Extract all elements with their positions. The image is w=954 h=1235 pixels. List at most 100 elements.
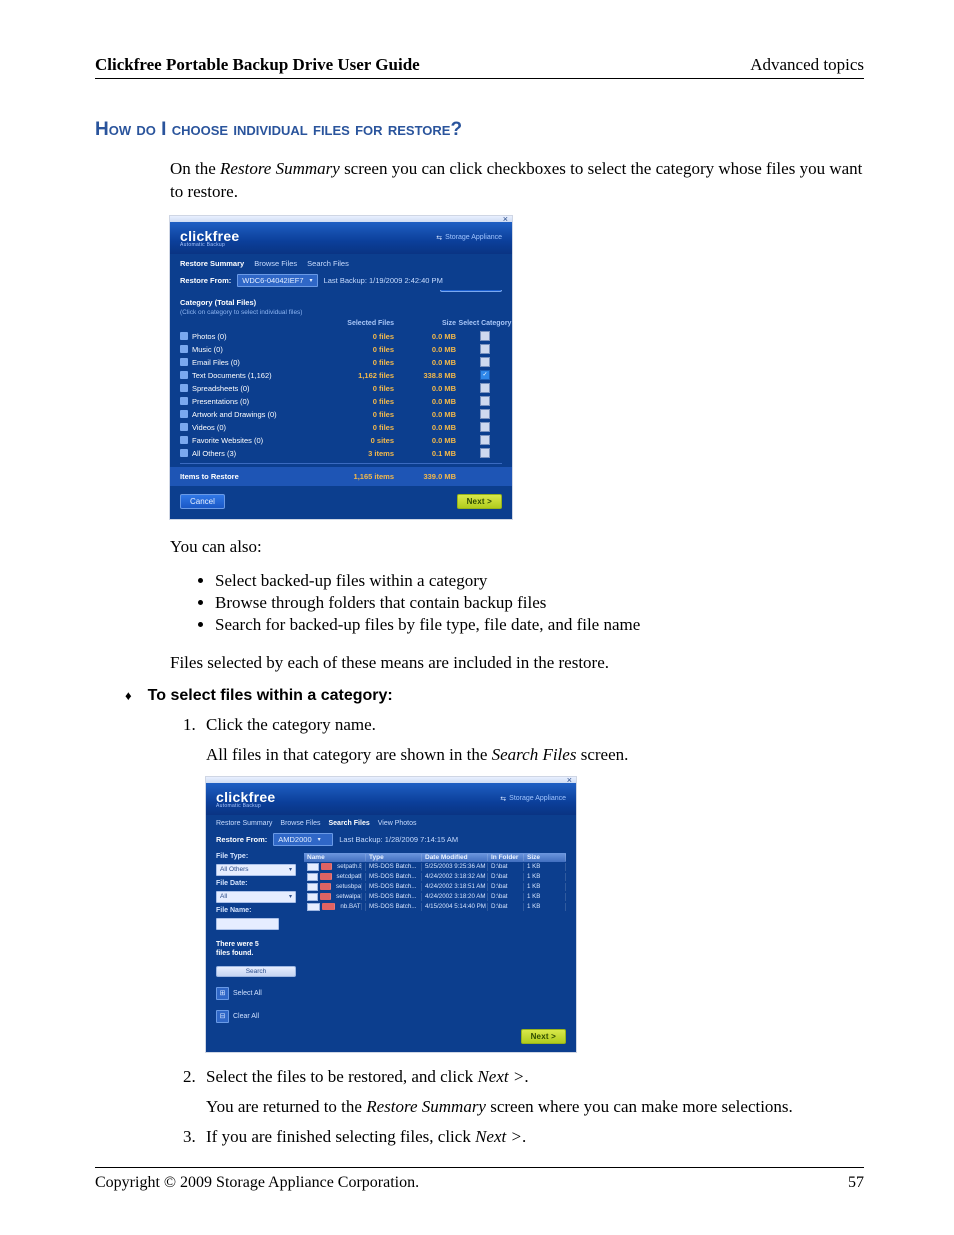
step-1: Click the category name. All files in th…	[200, 715, 864, 1052]
category-row[interactable]: Favorite Websites (0)0 sites0.0 MB	[170, 434, 512, 447]
file-type-dropdown[interactable]: All Others▾	[216, 864, 296, 876]
you-can-also: You can also:	[170, 536, 864, 559]
copyright: Copyright © 2009 Storage Appliance Corpo…	[95, 1174, 419, 1192]
category-checkbox[interactable]	[480, 331, 490, 341]
page-footer: Copyright © 2009 Storage Appliance Corpo…	[95, 1167, 864, 1192]
tab-search-files[interactable]: Search Files	[328, 820, 369, 827]
header-title: Clickfree Portable Backup Drive User Gui…	[95, 55, 420, 75]
category-checkbox[interactable]	[480, 344, 490, 354]
category-checkbox[interactable]	[480, 383, 490, 393]
restore-all-button[interactable]: Restore All	[440, 290, 502, 292]
search-button[interactable]: Search	[216, 966, 296, 977]
section-heading: How do I choose individual files for res…	[95, 119, 864, 141]
tab-restore-summary[interactable]: Restore Summary	[180, 259, 244, 268]
file-icon	[321, 863, 332, 870]
appliance-icon: ⇆	[500, 795, 506, 803]
category-checkbox[interactable]	[480, 448, 490, 458]
files-found: There were 5 files found.	[216, 940, 296, 958]
files-selected-line: Files selected by each of these means ar…	[170, 652, 864, 675]
category-row[interactable]: Photos (0)0 files0.0 MB	[170, 330, 512, 343]
restore-from-label: Restore From:	[180, 276, 231, 285]
restore-summary-screenshot: × clickfree Automatic Backup ⇆Storage Ap…	[170, 216, 512, 519]
bullet-list: Select backed-up files within a category…	[215, 571, 864, 635]
last-backup-label: Last Backup: 1/19/2009 2:42:40 PM	[324, 276, 443, 285]
category-checkbox[interactable]	[480, 370, 490, 380]
bullet-item: Select backed-up files within a category	[215, 571, 864, 591]
category-checkbox[interactable]	[480, 396, 490, 406]
category-icon	[180, 358, 188, 366]
step-2: Select the files to be restored, and cli…	[200, 1067, 864, 1117]
file-row[interactable]: setusbpath.batMS-DOS Batch...4/24/2002 3…	[304, 882, 566, 892]
next-button[interactable]: Next >	[457, 494, 502, 509]
file-date-dropdown[interactable]: All▾	[216, 891, 296, 903]
category-row[interactable]: Presentations (0)0 files0.0 MB	[170, 395, 512, 408]
tab-bar: Restore Summary Browse Files Search File…	[170, 254, 512, 268]
category-row[interactable]: Email Files (0)0 files0.0 MB	[170, 356, 512, 369]
category-row[interactable]: Music (0)0 files0.0 MB	[170, 343, 512, 356]
category-icon	[180, 449, 188, 457]
file-row[interactable]: setpath.BATMS-DOS Batch...5/25/2003 9:25…	[304, 862, 566, 872]
items-to-restore-row: Items to Restore 1,165 items 339.0 MB	[170, 467, 512, 486]
tab-bar: Restore Summary Browse Files Search File…	[206, 815, 576, 827]
file-table-header: Name Type Date Modified In Folder Size	[304, 853, 566, 862]
file-checkbox[interactable]	[307, 873, 318, 881]
file-type-label: File Type:	[216, 853, 296, 860]
intro-paragraph: On the Restore Summary screen you can cl…	[170, 158, 864, 204]
tab-browse-files[interactable]: Browse Files	[254, 259, 297, 268]
file-checkbox[interactable]	[307, 863, 319, 871]
diamond-icon: ♦	[125, 688, 132, 703]
category-row[interactable]: All Others (3)3 items0.1 MB	[170, 447, 512, 460]
appliance-icon: ⇆	[436, 234, 442, 242]
page-header: Clickfree Portable Backup Drive User Gui…	[95, 55, 864, 79]
file-row[interactable]: nb.BATMS-DOS Batch...4/15/2004 5:14:40 P…	[304, 902, 566, 912]
search-files-screenshot: × clickfree Automatic Backup ⇆Storage Ap…	[206, 777, 576, 1052]
category-row[interactable]: Videos (0)0 files0.0 MB	[170, 421, 512, 434]
category-checkbox[interactable]	[480, 435, 490, 445]
subheading: ♦ To select files within a category:	[125, 687, 864, 705]
tab-search-files[interactable]: Search Files	[307, 259, 349, 268]
file-icon	[320, 873, 331, 880]
file-icon	[322, 903, 335, 910]
chevron-down-icon: ▾	[318, 836, 321, 843]
category-icon	[180, 345, 188, 353]
file-checkbox[interactable]	[307, 883, 318, 891]
tab-browse-files[interactable]: Browse Files	[280, 820, 320, 827]
category-icon	[180, 436, 188, 444]
category-icon	[180, 371, 188, 379]
select-all-icon: ⊞	[216, 987, 229, 1000]
file-name-input[interactable]	[216, 918, 279, 930]
storage-appliance-label: ⇆Storage Appliance	[500, 795, 566, 803]
category-row[interactable]: Artwork and Drawings (0)0 files0.0 MB	[170, 408, 512, 421]
file-checkbox[interactable]	[307, 903, 320, 911]
select-all-row[interactable]: ⊞Select All	[216, 987, 296, 1000]
close-icon[interactable]: ×	[567, 775, 572, 785]
header-section: Advanced topics	[750, 55, 864, 75]
restore-from-dropdown[interactable]: WDC6-04042IEF7▾	[237, 274, 317, 287]
restore-from-dropdown[interactable]: AMD2000▾	[273, 833, 333, 846]
category-row[interactable]: Text Documents (1,162)1,162 files338.8 M…	[170, 369, 512, 382]
tab-restore-summary[interactable]: Restore Summary	[216, 820, 272, 827]
tab-view-photos[interactable]: View Photos	[378, 820, 417, 827]
category-icon	[180, 384, 188, 392]
bullet-item: Search for backed-up files by file type,…	[215, 615, 864, 635]
category-checkbox[interactable]	[480, 422, 490, 432]
bullet-item: Browse through folders that contain back…	[215, 593, 864, 613]
next-button[interactable]: Next >	[521, 1029, 566, 1044]
category-icon	[180, 423, 188, 431]
category-checkbox[interactable]	[480, 409, 490, 419]
cancel-button[interactable]: Cancel	[180, 494, 225, 509]
column-headers: Selected Files Size Select Category	[170, 320, 512, 330]
close-icon[interactable]: ×	[503, 214, 508, 224]
category-row[interactable]: Spreadsheets (0)0 files0.0 MB	[170, 382, 512, 395]
file-checkbox[interactable]	[307, 893, 318, 901]
category-icon	[180, 397, 188, 405]
intro-emph: Restore Summary	[220, 159, 340, 178]
category-checkbox[interactable]	[480, 357, 490, 367]
file-row[interactable]: setcdpath.batMS-DOS Batch...4/24/2002 3:…	[304, 872, 566, 882]
file-name-label: File Name:	[216, 907, 296, 914]
chevron-down-icon: ▾	[289, 866, 292, 873]
restore-from-label: Restore From:	[216, 835, 267, 844]
file-row[interactable]: setwalpath.batMS-DOS Batch...4/24/2002 3…	[304, 892, 566, 902]
clear-all-icon: ⊟	[216, 1010, 229, 1023]
clear-all-row[interactable]: ⊟Clear All	[216, 1010, 296, 1023]
